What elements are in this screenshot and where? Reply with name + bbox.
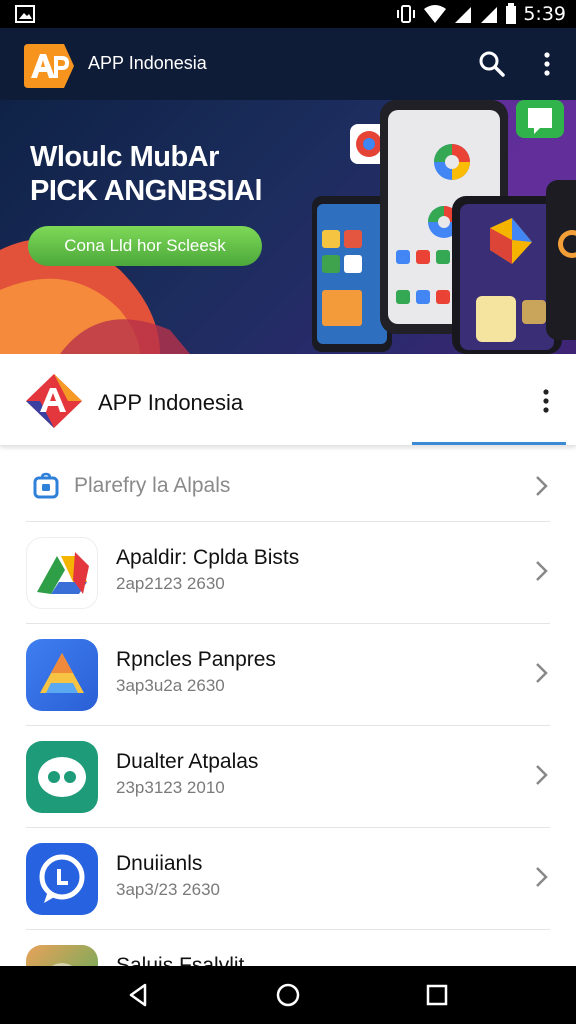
drive-style-icon bbox=[37, 552, 89, 594]
item-subtitle: 3ap3u2a 2630 bbox=[116, 676, 225, 695]
app-icon bbox=[26, 945, 98, 966]
list-item[interactable]: Saluis Fsalvlit bbox=[26, 930, 550, 966]
messenger-icon bbox=[39, 854, 85, 903]
item-subtitle: 3ap3/23 2630 bbox=[116, 880, 220, 899]
item-title: Dnuiianls bbox=[116, 852, 203, 875]
app-logo-icon[interactable] bbox=[22, 42, 76, 90]
promo-banner[interactable]: Wloulc MubAr PICK ANGNBSIAl Cona Lld hor… bbox=[0, 100, 576, 354]
chevron-right-icon bbox=[536, 476, 548, 496]
chevron-right-icon bbox=[536, 867, 548, 887]
banner-headline: Wloulc MubAr PICK ANGNBSIAl bbox=[30, 140, 263, 208]
status-icons: 5:39 bbox=[395, 2, 566, 26]
item-subtitle: 23p3123 2010 bbox=[116, 778, 225, 797]
tab-indicator bbox=[412, 442, 566, 445]
signal-icon bbox=[455, 7, 472, 23]
vibrate-icon bbox=[397, 5, 416, 23]
list-item[interactable]: Dualter Atpalas 23p3123 2010 bbox=[26, 726, 550, 828]
item-title: Rpncles Panpres bbox=[116, 648, 276, 671]
app-icon bbox=[26, 741, 98, 813]
brand-more-vert-icon[interactable] bbox=[540, 388, 552, 414]
app-indonesia-logo-icon bbox=[26, 374, 82, 428]
content-area: APP Indonesia Plarefry la Alpals Apaldir… bbox=[0, 354, 576, 966]
search-icon[interactable] bbox=[478, 50, 506, 78]
banner-headline-line-2: PICK ANGNBSIAl bbox=[30, 175, 263, 207]
chat-bubble-icon bbox=[38, 757, 86, 797]
more-vert-icon[interactable] bbox=[536, 50, 558, 78]
signal-2-icon bbox=[481, 7, 498, 23]
list-item[interactable]: Rpncles Panpres 3ap3u2a 2630 bbox=[26, 624, 550, 726]
chevron-right-icon bbox=[536, 765, 548, 785]
back-icon[interactable] bbox=[123, 980, 153, 1010]
app-icon bbox=[26, 639, 98, 711]
status-time: 5:39 bbox=[523, 3, 566, 25]
item-title: Apaldir: Cplda Bists bbox=[116, 546, 300, 569]
list-item[interactable]: Dnuiianls 3ap3/23 2630 bbox=[26, 828, 550, 930]
recents-icon[interactable] bbox=[422, 980, 452, 1010]
item-subtitle: 2ap2123 2630 bbox=[116, 574, 225, 593]
brand-title: APP Indonesia bbox=[98, 390, 244, 415]
app-icon bbox=[26, 537, 98, 609]
banner-cta-button[interactable]: Cona Lld hor Scleesk bbox=[28, 226, 262, 266]
section-label: Plarefry la Alpals bbox=[74, 474, 231, 497]
app-partial-icon bbox=[52, 963, 72, 966]
drive-triangle-icon bbox=[40, 653, 84, 693]
home-icon[interactable] bbox=[273, 980, 303, 1010]
banner-headline-line-1: Wloulc MubAr bbox=[30, 141, 219, 173]
status-bar: 5:39 bbox=[0, 0, 576, 28]
brand-header: APP Indonesia bbox=[0, 354, 576, 446]
item-title: Dualter Atpalas bbox=[116, 750, 259, 773]
app-icon bbox=[26, 843, 98, 915]
app-title: APP Indonesia bbox=[88, 53, 207, 73]
wifi-icon bbox=[424, 5, 447, 23]
chevron-right-icon bbox=[536, 561, 548, 581]
list-item[interactable]: Apaldir: Cplda Bists 2ap2123 2630 bbox=[26, 522, 550, 624]
gallery-notification-icon bbox=[15, 5, 35, 23]
navigation-bar bbox=[0, 966, 576, 1024]
bag-icon bbox=[33, 472, 59, 499]
section-row[interactable]: Plarefry la Alpals bbox=[26, 450, 550, 522]
app-bar: APP Indonesia bbox=[0, 28, 576, 100]
item-title: Saluis Fsalvlit bbox=[116, 954, 245, 966]
battery-icon bbox=[506, 3, 517, 24]
chevron-right-icon bbox=[536, 663, 548, 683]
